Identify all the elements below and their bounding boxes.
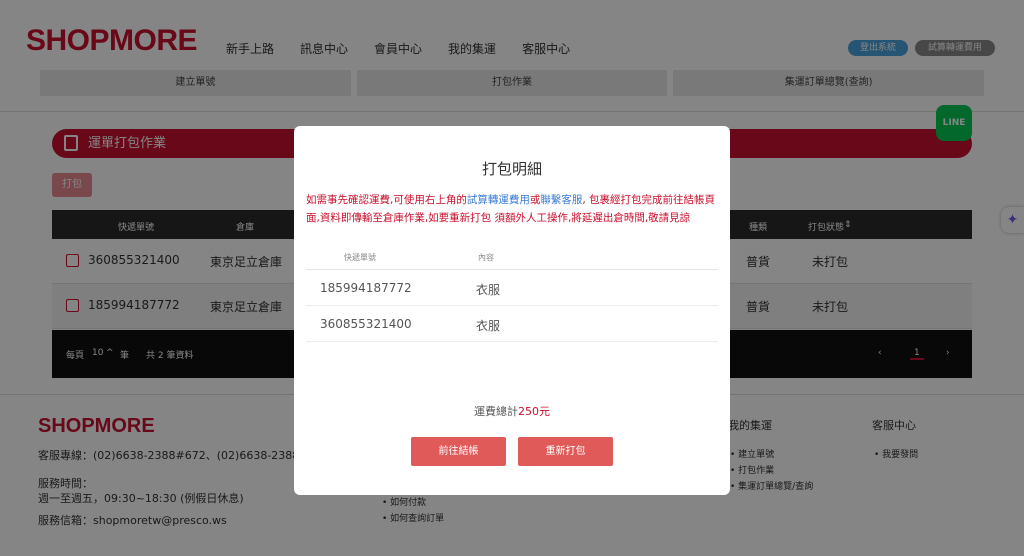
item-tracking: 360855321400 <box>320 317 412 331</box>
checkout-button[interactable]: 前往結帳 <box>411 437 506 466</box>
item-content: 衣服 <box>476 283 501 297</box>
note-text: 如需事先確認運費,可使用右上角的 <box>306 194 467 206</box>
list-item: 185994187772 衣服 <box>306 270 718 306</box>
item-content: 衣服 <box>476 319 501 333</box>
repack-button[interactable]: 重新打包 <box>518 437 613 466</box>
shipping-total: 運費總計250元 <box>294 403 730 419</box>
item-tracking: 185994187772 <box>320 281 412 295</box>
contact-service-link[interactable]: 聯繫客服 <box>540 194 582 206</box>
modal-title: 打包明細 <box>481 160 542 178</box>
note-text: 或 <box>529 194 541 206</box>
mt-col-tracking: 快遞單號 <box>344 253 376 262</box>
modal-note: 如需事先確認運費,可使用右上角的試算轉運費用或聯繫客服, 包裹經打包完成前往結帳… <box>306 191 720 227</box>
packing-detail-modal: 打包明細 如需事先確認運費,可使用右上角的試算轉運費用或聯繫客服, 包裹經打包完… <box>294 126 730 495</box>
total-label: 運費總計 <box>474 405 518 418</box>
modal-table-header: 快遞單號 內容 <box>306 242 718 270</box>
list-item: 360855321400 衣服 <box>306 306 718 342</box>
total-amount: 250元 <box>518 405 550 418</box>
table-empty-area <box>306 342 718 387</box>
modal-table: 快遞單號 內容 185994187772 衣服 360855321400 衣服 <box>306 242 718 387</box>
calc-shipping-link[interactable]: 試算轉運費用 <box>467 194 530 206</box>
mt-col-content: 內容 <box>478 253 494 262</box>
